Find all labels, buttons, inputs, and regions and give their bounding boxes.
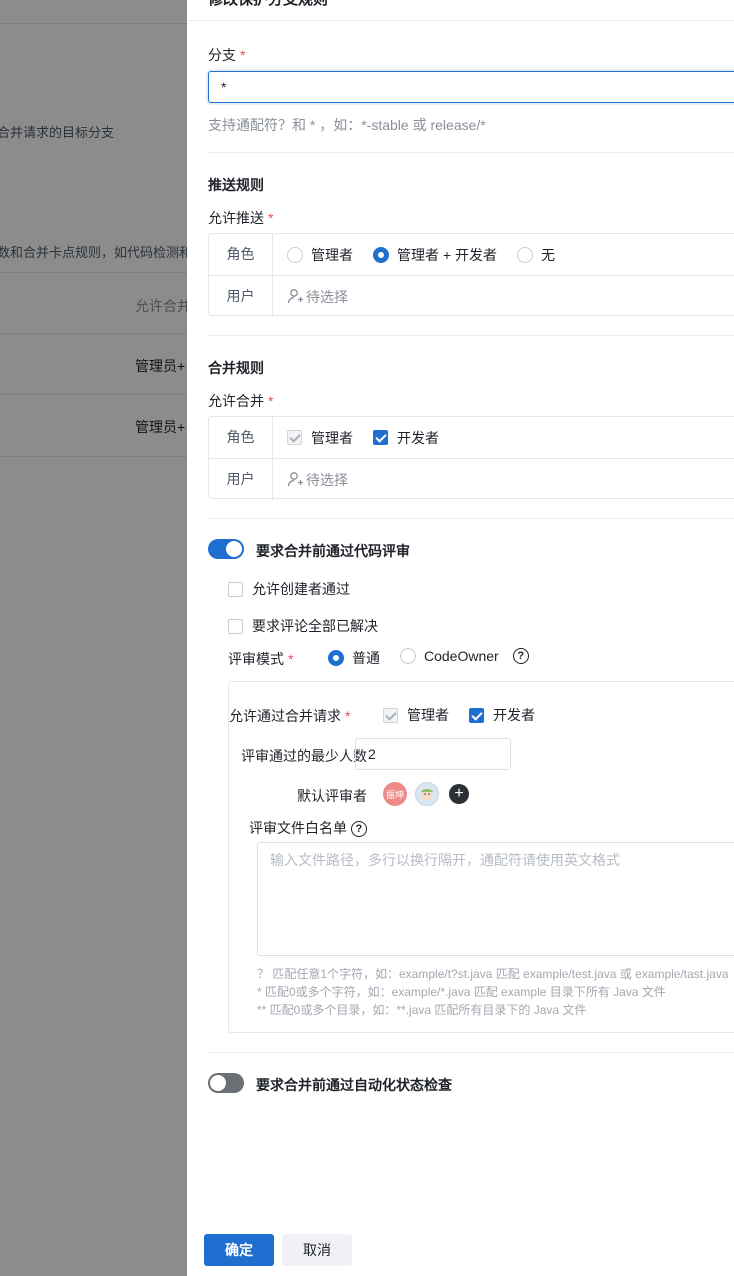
checkbox-disabled-icon: [287, 430, 302, 445]
allow-merge-label: 允许合并 *: [208, 393, 274, 409]
auto-check-toggle[interactable]: [208, 1073, 244, 1093]
user-header: 用户: [209, 276, 273, 317]
radio-checked-icon: [328, 650, 344, 666]
min-approvers-input[interactable]: 2: [355, 738, 511, 770]
checkbox-checked-icon: [373, 430, 388, 445]
whitelist-label: 评审文件白名单 ?: [249, 818, 367, 838]
branch-input[interactable]: *: [208, 71, 734, 103]
merge-role-row: 角色 管理者 开发者: [209, 417, 734, 458]
cartoon-avatar-icon: [421, 788, 433, 800]
whitelist-help-1: ？ 匹配任意1个字符，如：example/t?st.java 匹配 exampl…: [257, 967, 729, 981]
review-mode-normal-radio[interactable]: 普通: [328, 648, 380, 668]
checkbox-checked-icon: [469, 707, 484, 723]
approve-check-manager[interactable]: 管理者: [383, 705, 449, 725]
add-user-icon: [287, 472, 303, 487]
whitelist-help-2: * 匹配0或多个字符，如：example/*.java 匹配 example 目…: [257, 985, 666, 999]
checkbox-icon: [228, 618, 243, 634]
section-divider: [208, 152, 734, 153]
add-reviewer-button[interactable]: +: [449, 784, 469, 804]
section-divider: [208, 335, 734, 336]
reviewer-avatar[interactable]: 振坤: [383, 782, 407, 806]
radio-icon: [287, 246, 303, 263]
push-rules-title: 推送规则: [208, 177, 264, 193]
section-divider: [208, 1052, 734, 1053]
code-review-toggle-label: 要求合并前通过代码评审: [256, 543, 410, 559]
merge-user-row: 用户 待选择: [209, 458, 734, 500]
auto-check-toggle-label: 要求合并前通过自动化状态检查: [256, 1077, 452, 1093]
user-header: 用户: [209, 459, 273, 500]
merge-user-picker[interactable]: 待选择: [287, 470, 348, 490]
radio-checked-icon: [373, 246, 389, 263]
role-header: 角色: [209, 234, 273, 275]
drawer-title: 修改保护分支规则: [208, 0, 328, 9]
confirm-button[interactable]: 确定: [204, 1234, 274, 1266]
whitelist-textarea[interactable]: 输入文件路径，多行以换行隔开，通配符请使用英文格式: [257, 842, 734, 956]
cancel-button[interactable]: 取消: [282, 1234, 352, 1266]
review-mode-label: 评审模式 *: [228, 651, 294, 667]
drawer-overlay-mask[interactable]: [0, 0, 187, 1276]
default-reviewers-label: 默认评审者: [297, 788, 367, 804]
allow-approve-label: 允许通过合并请求 *: [229, 708, 351, 724]
merge-rules-title: 合并规则: [208, 360, 264, 376]
protected-branch-drawer: 修改保护分支规则 分支* * 支持通配符？和 * ，如：*-stable 或 r…: [187, 0, 734, 1276]
add-user-icon: [287, 289, 303, 304]
role-header: 角色: [209, 417, 273, 458]
branch-hint: 支持通配符？和 * ，如：*-stable 或 release/*: [208, 117, 486, 133]
toggle-knob: [210, 1075, 226, 1091]
allow-push-label: 允许推送 *: [208, 210, 274, 226]
checkbox-icon: [228, 581, 243, 597]
review-mode-codeowner-radio[interactable]: CodeOwner?: [400, 648, 529, 664]
help-question-icon[interactable]: ?: [512, 648, 529, 664]
allow-creator-checkbox[interactable]: 允许创建者通过: [228, 579, 350, 599]
merge-permission-table: 角色 管理者 开发者 用户 待选择: [208, 416, 734, 500]
require-resolved-checkbox[interactable]: 要求评论全部已解决: [228, 616, 378, 636]
section-divider: [208, 518, 734, 519]
code-review-toggle[interactable]: [208, 539, 244, 559]
push-radio-manager[interactable]: 管理者: [287, 245, 353, 265]
push-user-row: 用户 待选择: [209, 275, 734, 317]
help-question-icon[interactable]: ?: [350, 821, 367, 838]
merge-check-developer[interactable]: 开发者: [373, 428, 439, 448]
push-radio-manager-developer[interactable]: 管理者 + 开发者: [373, 245, 497, 265]
branch-label: 分支 *: [208, 47, 246, 63]
approve-check-developer[interactable]: 开发者: [469, 705, 535, 725]
merge-check-manager[interactable]: 管理者: [287, 428, 353, 448]
min-approvers-label: 评审通过的最少人数: [241, 748, 367, 764]
checkbox-disabled-icon: [383, 707, 398, 723]
push-user-picker[interactable]: 待选择: [287, 287, 348, 307]
push-permission-table: 角色 管理者 管理者 + 开发者 无 用户 待选择: [208, 233, 734, 317]
whitelist-help-3: ** 匹配0或多个目录，如：**.java 匹配所有目录下的 Java 文件: [257, 1003, 587, 1017]
push-role-row: 角色 管理者 管理者 + 开发者 无: [209, 234, 734, 275]
radio-icon: [400, 648, 416, 664]
push-radio-none[interactable]: 无: [516, 245, 555, 265]
toggle-knob: [226, 541, 242, 557]
radio-icon: [516, 246, 533, 263]
title-divider: [187, 20, 734, 21]
reviewer-avatar[interactable]: [415, 782, 439, 806]
